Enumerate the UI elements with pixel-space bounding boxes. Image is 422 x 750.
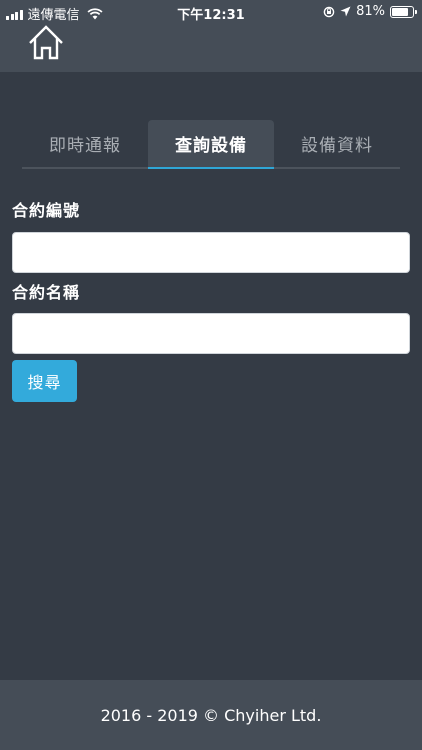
search-form: 合約編號 合約名稱 搜尋 xyxy=(12,200,410,402)
battery-percentage: 81% xyxy=(356,4,385,19)
location-icon xyxy=(340,6,351,17)
tab-instant-report[interactable]: 即時通報 xyxy=(22,120,148,167)
search-button[interactable]: 搜尋 xyxy=(12,360,77,402)
tab-query-equipment[interactable]: 查詢設備 xyxy=(148,120,274,169)
top-navbar xyxy=(0,24,422,72)
battery-fill xyxy=(392,7,409,16)
home-icon xyxy=(29,25,63,60)
copyright-text: 2016 - 2019 © Chyiher Ltd. xyxy=(100,705,322,725)
tab-equipment-data[interactable]: 設備資料 xyxy=(274,120,400,167)
home-button[interactable] xyxy=(26,24,66,62)
contract-number-label: 合約編號 xyxy=(12,201,81,220)
battery-icon xyxy=(390,5,417,18)
contract-name-input[interactable] xyxy=(12,313,410,354)
footer: 2016 - 2019 © Chyiher Ltd. xyxy=(0,680,422,750)
status-bar-right: 81% xyxy=(323,4,417,19)
contract-number-input[interactable] xyxy=(12,232,410,273)
tab-bar: 即時通報 查詢設備 設備資料 xyxy=(22,120,400,169)
rotation-lock-icon xyxy=(323,6,335,17)
contract-name-label: 合約名稱 xyxy=(12,283,81,302)
status-bar: 遠傳電信 下午12:31 81% xyxy=(0,0,422,24)
